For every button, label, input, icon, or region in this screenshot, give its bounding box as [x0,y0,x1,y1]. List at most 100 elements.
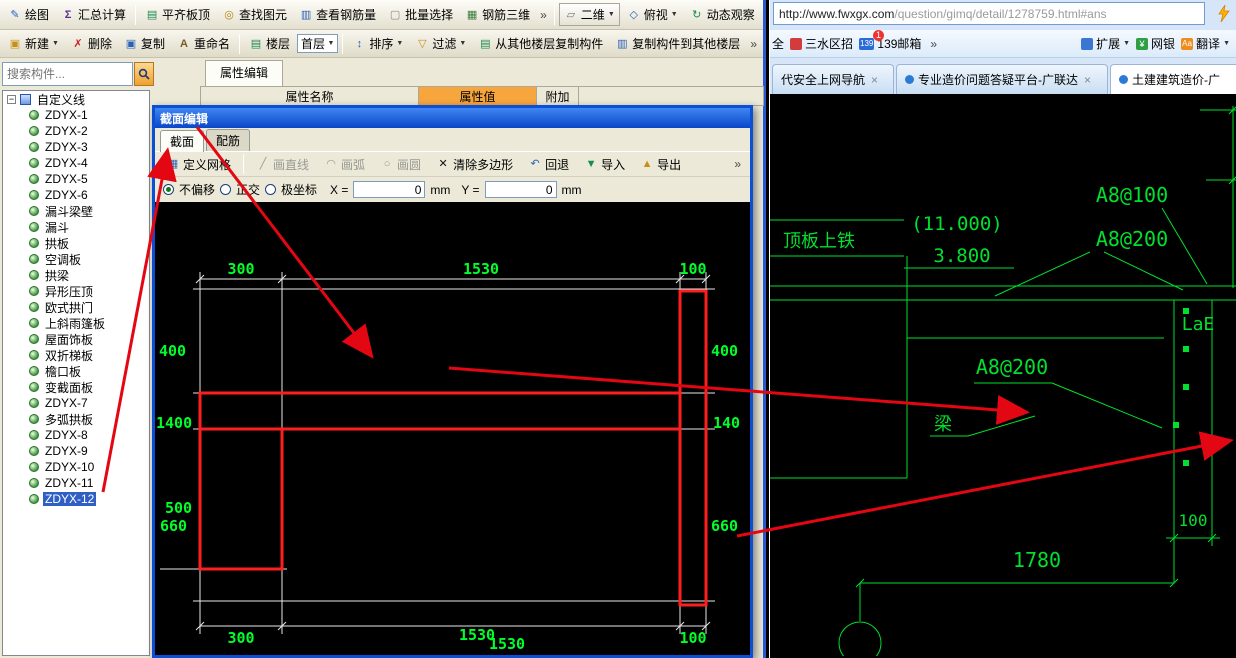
tab-rebar[interactable]: 配筋 [206,129,251,151]
toolbar-overflow-chevron[interactable]: » [731,157,744,171]
clear-polygon-button[interactable]: ✕ 清除多边形 [431,153,518,176]
menu-draw[interactable]: ✎ 绘图 [3,3,54,26]
component-icon [29,430,39,440]
section-canvas[interactable]: 300 1530 100 300 1530 1530 100 400 1400 … [155,202,750,655]
toolbar-overflow-chevron[interactable]: » [537,8,550,22]
tree-root-custom-line[interactable]: − 自定义线 [3,91,149,107]
menu-view-rebar-qty[interactable]: ▥ 查看钢筋量 [294,3,381,26]
menu-align-slab-top[interactable]: ▤ 平齐板顶 [140,3,215,26]
menu-orbit[interactable]: ↻ 动态观察 [685,3,760,26]
export-button[interactable]: ▲ 导出 [635,153,686,176]
draw-line-button[interactable]: ╱ 画直线 [251,153,314,176]
tab-property-editor[interactable]: 属性编辑 [205,60,283,86]
online-bank-button[interactable]: ¥ 网银 [1136,35,1175,52]
floor-select[interactable]: 首层 ▼ [297,34,339,53]
tree-item[interactable]: ZDYX-11 [3,475,149,491]
tree-item-selected[interactable]: ZDYX-12 [3,491,149,507]
delete-button[interactable]: ✗ 删除 [66,32,117,55]
toolbar-overflow-chevron[interactable]: » [747,37,760,51]
tree-item[interactable]: 漏斗 [3,219,149,235]
tree-item[interactable]: 檐口板 [3,363,149,379]
tree-item[interactable]: ZDYX-7 [3,395,149,411]
radio-no-offset[interactable] [163,184,174,195]
tree-item[interactable]: 异形压顶 [3,283,149,299]
menu-batch-select[interactable]: ▢ 批量选择 [383,3,458,26]
tree-item[interactable]: 变截面板 [3,379,149,395]
tree-item[interactable]: ZDYX-1 [3,107,149,123]
button-label: 复制构件到其他楼层 [632,37,741,51]
tree-item[interactable]: 漏斗梁壁 [3,203,149,219]
tree-item[interactable]: 欧式拱门 [3,299,149,315]
component-tree: − 自定义线 ZDYX-1 ZDYX-2 ZDYX-3 ZDYX-4 ZDYX-5… [2,90,150,656]
tab-qa-platform[interactable]: 专业造价问题答疑平台-广联达 × [896,64,1108,94]
copy-from-floor-button[interactable]: ▤ 从其他楼层复制构件 [473,32,608,55]
bookmark-sanshui[interactable]: 三水区招 [790,35,853,52]
draw-arc-button[interactable]: ◠ 画弧 [319,153,370,176]
tree-item[interactable]: ZDYX-8 [3,427,149,443]
rename-button[interactable]: A 重命名 [172,32,235,55]
x-input[interactable] [353,181,426,198]
tree-item[interactable]: 屋面饰板 [3,331,149,347]
copy-button[interactable]: ▣ 复制 [119,32,170,55]
menu-summary-calc[interactable]: Σ 汇总计算 [56,3,131,26]
define-grid-button[interactable]: ▦ 定义网格 [161,153,236,176]
svg-text:A8@200: A8@200 [976,355,1048,379]
rebar-3d-icon: ▦ [466,8,478,21]
search-input[interactable] [2,62,133,86]
draw-circle-button[interactable]: ○ 画圆 [375,153,426,176]
search-button[interactable] [134,62,154,86]
bookmarks-overflow-chevron[interactable]: » [927,37,940,51]
component-icon [29,318,39,328]
new-button[interactable]: ▣ 新建 ▼ [3,32,64,55]
menu-find-element[interactable]: ◎ 查找图元 [217,3,292,26]
radio-polar[interactable] [265,184,277,195]
dialog-titlebar[interactable]: 截面编辑 [155,108,750,128]
translate-button[interactable]: Aa 翻译 ▼ [1181,35,1230,52]
menu-top-view[interactable]: ◇ 俯视 ▼ [622,3,683,26]
close-icon[interactable]: × [869,73,878,87]
speed-mode-button[interactable] [1218,4,1230,27]
tree-item[interactable]: 空调板 [3,251,149,267]
tab-nav-site[interactable]: 代安全上网导航 × [772,64,894,94]
batch-select-icon: ▢ [389,8,401,21]
tab-section[interactable]: 截面 [160,130,205,152]
tree-item[interactable]: 上斜雨篷板 [3,315,149,331]
bookmark-clipped[interactable]: 全 [772,35,784,52]
column-extra[interactable]: 附加 [537,87,579,105]
bookmark-139-mail[interactable]: 139 139邮箱 1 [859,30,921,52]
copy-to-floor-button[interactable]: ▥ 复制构件到其他楼层 [610,32,745,55]
tree-item[interactable]: ZDYX-2 [3,123,149,139]
filter-icon: ▽ [418,37,427,50]
tree-item[interactable]: ZDYX-6 [3,187,149,203]
tree-item[interactable]: 多弧拱板 [3,411,149,427]
svg-text:1530: 1530 [489,635,525,653]
tree-item[interactable]: ZDYX-4 [3,155,149,171]
tree-item[interactable]: 拱板 [3,235,149,251]
menu-label: 查看钢筋量 [316,8,377,22]
radio-ortho[interactable] [220,184,232,195]
y-input[interactable] [484,181,557,198]
rebar-app-window: ✎ 绘图 Σ 汇总计算 ▤ 平齐板顶 ◎ 查找图元 ▥ 查看钢筋量 ▢ 批量选择 ▦ 钢筋三维… [0,0,766,658]
sort-button[interactable]: ↕ 排序 ▼ [347,32,408,55]
extensions-button[interactable]: 扩展 ▼ [1081,35,1130,52]
url-bar[interactable]: http://www.fwxgx.com/question/gimq/detai… [773,2,1205,25]
column-property-name[interactable]: 属性名称 [201,87,419,105]
column-property-value[interactable]: 属性值 [419,87,537,105]
tab-construction-cost[interactable]: 土建建筑造价-广 [1110,64,1236,94]
undo-button[interactable]: ↶ 回退 [523,153,574,176]
tree-item[interactable]: ZDYX-10 [3,459,149,475]
tree-item[interactable]: ZDYX-3 [3,139,149,155]
collapse-icon[interactable]: − [7,94,16,104]
tree-item[interactable]: ZDYX-9 [3,443,149,459]
filter-button[interactable]: ▽ 过滤 ▼ [410,32,471,55]
chevron-down-icon: ▼ [459,40,467,47]
tree-item[interactable]: 双折梯板 [3,347,149,363]
cad-viewer[interactable]: 顶板上铁 (11.000) 3.800 A8@100 A8@200 LaE A8… [770,94,1236,658]
bookmark-icon [790,37,803,50]
import-button[interactable]: ▼ 导入 [579,153,630,176]
tree-item[interactable]: 拱梁 [3,267,149,283]
close-icon[interactable]: × [1082,73,1091,87]
menu-2d-view[interactable]: ▱ 二维 ▼ [558,3,620,26]
menu-rebar-3d[interactable]: ▦ 钢筋三维 [460,3,535,26]
tree-item[interactable]: ZDYX-5 [3,171,149,187]
